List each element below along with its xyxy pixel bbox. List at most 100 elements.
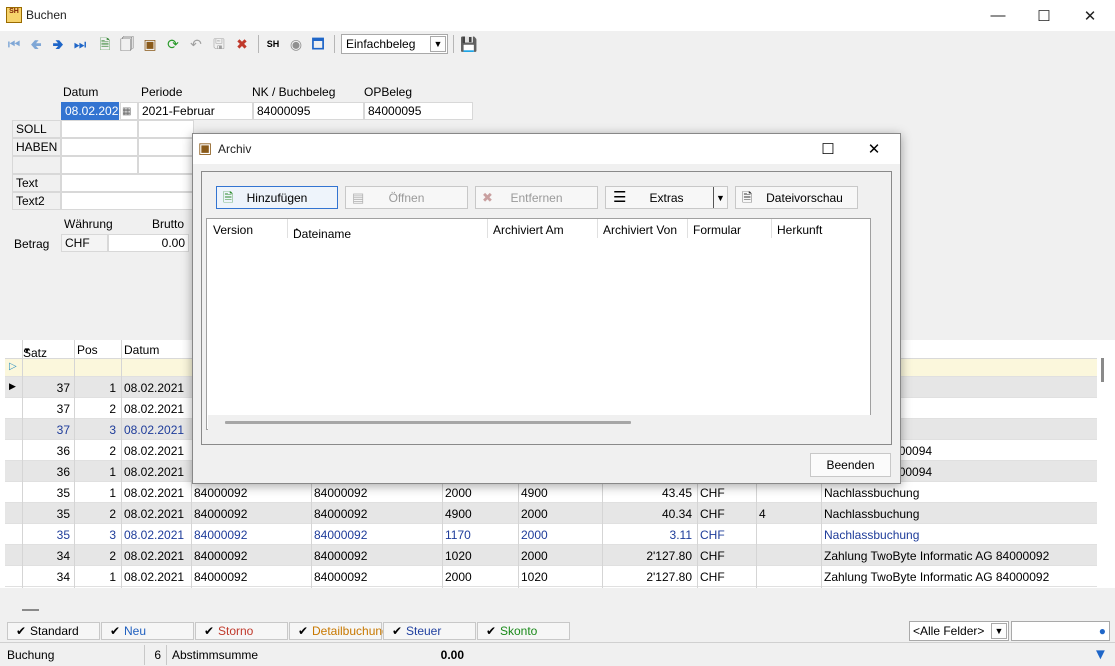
circle-icon[interactable]: ◉ (287, 35, 305, 53)
document-icon: ▤ (352, 190, 365, 205)
first-icon[interactable]: ⏮ (5, 35, 23, 53)
datum-field[interactable]: 08.02.2021 (61, 102, 125, 120)
nk-buchbeleg-label: NK / Buchbeleg (252, 85, 336, 99)
filter-bar: ✔ Standard ✔ Neu ✔ Storno ✔ Detailbuchung ✔ S… (0, 620, 1115, 642)
haben-account-field[interactable] (61, 138, 138, 156)
filter-funnel-icon[interactable]: ▼ (1093, 646, 1108, 663)
filter-storno[interactable]: ✔ Storno (195, 622, 288, 640)
calendar-icon[interactable]: ▦ (120, 102, 138, 120)
col-archiviert-am[interactable]: Archiviert Am (493, 223, 564, 237)
close-dialog-button[interactable]: Beenden (810, 453, 891, 477)
table-cell: 1020 (521, 570, 548, 584)
col-herkunft[interactable]: Herkunft (777, 223, 822, 237)
chevron-down-icon[interactable]: ▼ (713, 187, 727, 208)
waehrung-field[interactable]: CHF (61, 234, 108, 252)
horizontal-scrollbar[interactable] (208, 415, 871, 430)
remove-button[interactable]: ✖ Entfernen (475, 186, 598, 209)
dialog-maximize-button[interactable]: ☐ (805, 134, 851, 164)
belegart-select[interactable]: Einfachbeleg ▼ (341, 34, 448, 54)
table-cell: 1 (109, 486, 116, 500)
toolbar-separator (453, 35, 454, 53)
new-doc-icon[interactable]: 🗎 (96, 35, 114, 53)
nk-buchbeleg-field[interactable]: 84000095 (253, 102, 364, 120)
table-cell: 3 (109, 423, 116, 437)
cursor-doc-icon[interactable]: 🗖 (309, 35, 327, 53)
archive-list[interactable]: Version Dateiname ⌃ Archiviert Am Archiv… (206, 218, 871, 430)
filter-skonto[interactable]: ✔ Skonto (477, 622, 570, 640)
splitter-handle[interactable] (22, 609, 39, 611)
table-row[interactable]: 35 1 08.02.2021 84000092 84000092 2000 4900 43.… (5, 482, 1097, 503)
filter-detailbuchung[interactable]: ✔ Detailbuchung (289, 622, 389, 640)
table-cell: 3 (109, 528, 116, 542)
brutto-field[interactable]: 0.00 (108, 234, 189, 252)
table-cell: 84000092 (194, 549, 248, 563)
close-button[interactable]: ✕ (1067, 0, 1113, 31)
chevron-down-icon[interactable]: ▼ (430, 36, 446, 52)
table-row[interactable]: 35 3 08.02.2021 84000092 84000092 1170 2000 3.1… (5, 524, 1097, 545)
periode-field[interactable]: 2021-Februar (138, 102, 253, 120)
save-icon[interactable]: 🖫 (210, 35, 228, 53)
opbeleg-field[interactable]: 84000095 (364, 102, 473, 120)
sh-icon[interactable]: SH (264, 35, 282, 53)
table-cell: 84000092 (194, 507, 248, 521)
delete-icon[interactable]: ✖ (233, 35, 251, 53)
archive-box-icon[interactable]: ▣ (141, 35, 159, 53)
table-cell: 4900 (521, 486, 548, 500)
table-row[interactable]: 35 2 08.02.2021 84000092 84000092 4900 2000 40.… (5, 503, 1097, 524)
col-archiviert-von[interactable]: Archiviert Von (603, 223, 677, 237)
maximize-button[interactable]: ☐ (1021, 0, 1067, 31)
table-cell: 4900 (445, 507, 472, 521)
extra-field-2[interactable] (138, 156, 194, 174)
next-icon[interactable]: 🢂 (49, 35, 67, 53)
extras-button[interactable]: ☰ Extras ▼ (605, 186, 728, 209)
table-row[interactable]: 34 1 08.02.2021 84000092 84000092 2000 1020 2'1… (5, 566, 1097, 587)
col-pos[interactable]: Pos (77, 343, 98, 357)
toolbar-separator (258, 35, 259, 53)
table-cell: CHF (700, 528, 725, 542)
text-field[interactable] (61, 174, 194, 192)
table-cell: 84000092 (194, 570, 248, 584)
title-bar: SH Buchen — ☐ ✕ (0, 0, 1115, 31)
preview-button[interactable]: 🗎 Dateivorschau (735, 186, 858, 209)
table-cell: 08.02.2021 (124, 507, 185, 521)
soll-name-field[interactable] (138, 120, 194, 138)
table-cell: 84000092 (194, 528, 248, 542)
filter-neu[interactable]: ✔ Neu (101, 622, 194, 640)
minimize-button[interactable]: — (975, 0, 1021, 31)
dialog-close-button[interactable]: ✕ (851, 134, 897, 164)
table-cell: 2'127.80 (646, 549, 692, 563)
table-cell: 84000092 (194, 486, 248, 500)
open-button[interactable]: ▤ Öffnen (345, 186, 468, 209)
extra-field[interactable] (61, 156, 138, 174)
table-cell: 84000092 (314, 507, 368, 521)
prev-icon[interactable]: 🢀 (27, 35, 45, 53)
add-button[interactable]: 🗎 Hinzufügen (216, 186, 338, 209)
copy-doc-icon[interactable]: 🗍 (118, 35, 136, 53)
new-row-arrow-icon: ▷ (9, 361, 17, 372)
table-cell: 37 (56, 423, 70, 437)
soll-account-field[interactable] (61, 120, 138, 138)
grid-scrollbar-thumb[interactable] (1101, 358, 1104, 382)
field-select[interactable]: <Alle Felder> ▼ (909, 621, 1009, 641)
undo-icon[interactable]: ↶ (187, 35, 205, 53)
scrollbar-thumb[interactable] (225, 421, 631, 424)
filter-steuer[interactable]: ✔ Steuer (383, 622, 476, 640)
floppy-icon[interactable]: 💾 (460, 35, 478, 53)
filter-standard[interactable]: ✔ Standard (7, 622, 100, 640)
chevron-down-icon[interactable]: ▼ (991, 623, 1007, 639)
table-cell: 1 (109, 570, 116, 584)
col-formular[interactable]: Formular (693, 223, 741, 237)
col-datum[interactable]: Datum (124, 343, 159, 357)
text2-field[interactable] (61, 192, 194, 210)
text-label: Text (12, 174, 61, 192)
filter-search-input[interactable]: ● (1011, 621, 1110, 641)
table-cell: Nachlassbuchung (824, 507, 920, 521)
status-count: 6 (145, 645, 167, 665)
haben-name-field[interactable] (138, 138, 194, 156)
table-cell: 08.02.2021 (124, 528, 185, 542)
col-version[interactable]: Version (213, 223, 253, 237)
refresh-icon[interactable]: ⟳ (164, 35, 182, 53)
table-row[interactable]: 34 2 08.02.2021 84000092 84000092 1020 2000 2'1… (5, 545, 1097, 566)
periode-label: Periode (141, 85, 183, 99)
last-icon[interactable]: ⏭ (71, 35, 89, 53)
